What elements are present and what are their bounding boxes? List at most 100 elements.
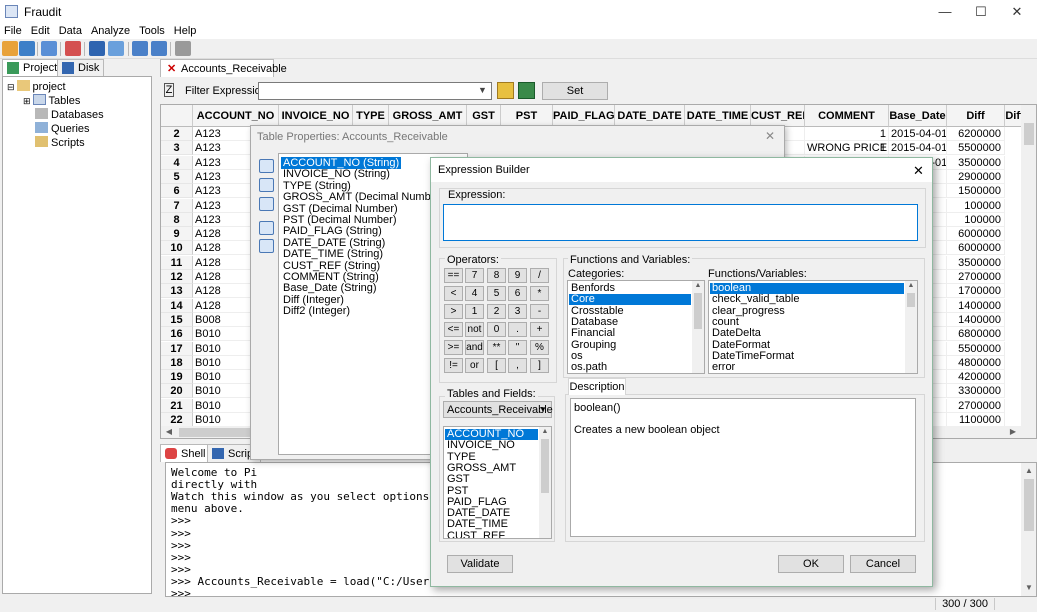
tools-icon[interactable] [175,41,191,56]
menu-analyze[interactable]: Analyze [87,24,135,39]
expression-builder-icon[interactable] [518,82,535,99]
cancel-button[interactable]: Cancel [850,555,916,573]
scroll-up-icon[interactable]: ▲ [537,427,551,440]
operator-button[interactable]: 3 [508,304,527,319]
row-number[interactable]: 18 [161,355,193,370]
scroll-up-icon[interactable]: ▲ [1021,463,1036,479]
list-scrollbar[interactable]: ▲ [692,281,704,373]
validate-button[interactable]: Validate [447,555,513,573]
category-item[interactable]: Core [569,294,691,306]
operator-button[interactable]: - [530,304,549,319]
column-header[interactable]: Diff [947,105,1005,127]
column-header[interactable]: DATE_DATE [615,105,685,127]
row-number[interactable]: 11 [161,255,193,270]
diff-cell[interactable]: 3500000 [947,255,1005,270]
row-number[interactable]: 17 [161,341,193,356]
field-item[interactable]: PAID_FLAG (String) [281,225,384,237]
operator-button[interactable]: ** [487,340,506,355]
row-number[interactable]: 3 [161,141,193,156]
column-header[interactable]: INVOICE_NO [279,105,353,127]
field-item[interactable]: Diff2 (Integer) [281,305,352,317]
diff-cell[interactable]: 100000 [947,212,1005,227]
diff-cell[interactable]: 2700000 [947,398,1005,413]
dialog-close-icon[interactable]: ✕ [913,163,924,179]
tree-item-databases[interactable]: Databases [35,108,104,121]
function-item[interactable]: DateDelta [710,328,904,339]
tree-item-tables[interactable]: ⊞ Tables [23,94,80,107]
load-icon[interactable] [41,41,57,56]
operator-button[interactable]: 4 [465,286,484,301]
row-number[interactable]: 20 [161,384,193,399]
column-header[interactable]: PAID_FLAG [553,105,615,127]
field-item[interactable]: Base_Date (String) [281,282,379,294]
function-item[interactable]: clear_progress [710,305,904,317]
split-icon[interactable] [151,41,167,56]
open-db-icon[interactable] [19,41,35,56]
field-item[interactable]: PST (Decimal Number) [281,214,399,226]
layout-icon[interactable] [132,41,148,56]
diff-cell[interactable]: 3300000 [947,384,1005,399]
list-scrollbar[interactable]: ▲ [539,427,551,538]
field-item[interactable]: DATE_DATE (String) [281,237,387,249]
diff-cell[interactable]: 2700000 [947,270,1005,284]
search-icon[interactable] [497,82,514,99]
operator-button[interactable]: 6 [508,286,527,301]
table-field-item[interactable]: CUST_REF [445,530,538,538]
column-header[interactable]: GST [467,105,501,127]
diff-cell[interactable]: 1500000 [947,184,1005,199]
category-item[interactable]: os.path [569,362,691,373]
field-item[interactable]: GROSS_AMT (Decimal Number) [281,191,446,203]
function-item[interactable]: DateTimeFormat [710,350,904,362]
row-number[interactable]: 5 [161,169,193,184]
row-number[interactable]: 12 [161,270,193,284]
operator-button[interactable]: . [508,322,527,337]
operator-button[interactable]: == [444,268,463,283]
operator-button[interactable]: [ [487,358,506,373]
column-header[interactable]: TYPE [353,105,389,127]
diff-cell[interactable]: 6000000 [947,227,1005,242]
tree-root[interactable]: ⊟ project [7,80,66,93]
field-item[interactable]: GST (Decimal Number) [281,203,400,215]
row-number[interactable]: 4 [161,155,193,170]
shell-vertical-scrollbar[interactable]: ▲ ▼ [1021,463,1036,596]
move-up-icon[interactable] [259,221,274,235]
column-header[interactable]: DATE_TIME [685,105,751,127]
operator-button[interactable]: " [508,340,527,355]
maximize-button[interactable]: ☐ [964,2,998,22]
tab-shell[interactable]: Shell [160,444,211,462]
field-item[interactable]: TYPE (String) [281,180,353,192]
diff-cell[interactable]: 100000 [947,198,1005,213]
operator-button[interactable]: >= [444,340,463,355]
diff-cell[interactable]: 4200000 [947,370,1005,385]
move-down-icon[interactable] [259,239,274,253]
column-header[interactable]: ACCOUNT_NO [193,105,279,127]
open-folder-icon[interactable] [2,41,18,56]
chevron-down-icon[interactable]: ▼ [539,405,547,414]
scroll-thumb[interactable] [1024,123,1034,145]
operator-button[interactable]: , [508,358,527,373]
tree-item-queries[interactable]: Queries [35,122,90,135]
diff-cell[interactable]: 1100000 [947,413,1005,427]
field-item[interactable]: Diff (Integer) [281,294,346,306]
minimize-button[interactable]: — [928,2,962,22]
column-header[interactable]: CUST_REF [751,105,805,127]
function-item[interactable]: DateFormat [710,339,904,351]
operator-button[interactable]: 9 [508,268,527,283]
row-number[interactable]: 6 [161,184,193,199]
row-number[interactable]: 15 [161,312,193,327]
diff-cell[interactable]: 1400000 [947,298,1005,313]
diff-cell[interactable]: 1700000 [947,284,1005,299]
function-item[interactable]: error [710,362,904,373]
tab-disk[interactable]: Disk [57,59,105,76]
diff-partial-cell[interactable]: 1 [877,141,889,155]
field-item[interactable]: DATE_TIME (String) [281,248,385,260]
diff-cell[interactable]: 6200000 [947,127,1005,141]
close-button[interactable]: ✕ [1000,2,1034,22]
base-date-cell[interactable]: 2015-04-01 [889,141,947,156]
expression-input[interactable] [443,204,918,241]
row-number[interactable]: 7 [161,198,193,213]
diff-cell[interactable]: 6000000 [947,241,1005,256]
close-tab-icon[interactable]: ✕ [167,62,176,75]
list-scrollbar[interactable]: ▲ [905,281,917,373]
operator-button[interactable]: ] [530,358,549,373]
